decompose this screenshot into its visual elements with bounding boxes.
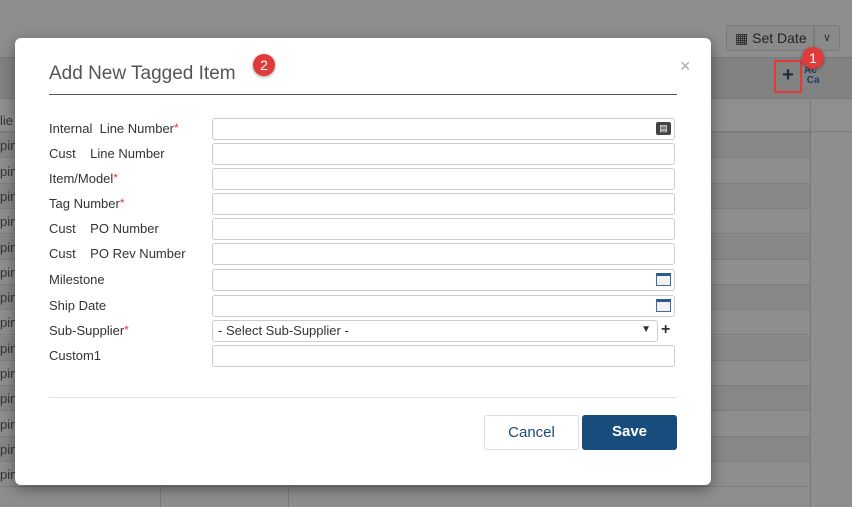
row-text: lie [0, 113, 14, 128]
change-case-icon[interactable]: Ac Ca [804, 66, 820, 86]
field-label: Item/Model* [49, 171, 118, 186]
dialog-title: Add New Tagged Item [49, 63, 236, 84]
field-label: Tag Number* [49, 196, 124, 211]
add-sub-supplier-plus-icon[interactable]: + [661, 321, 670, 339]
field-input[interactable] [212, 295, 675, 317]
field-label-text: Internal Line Number [49, 121, 175, 136]
field-label: Cust PO Rev Number [49, 246, 186, 261]
field-label-text: Item/Model [49, 171, 114, 186]
field-label-text: Milestone [49, 272, 105, 287]
field-value: - Select Sub-Supplier - [218, 323, 349, 338]
set-date-dropdown-toggle[interactable]: ∨ [814, 25, 840, 51]
field-input[interactable] [212, 269, 675, 291]
field-label: Milestone [49, 272, 105, 287]
field-input[interactable] [212, 143, 675, 165]
calendar-icon[interactable] [656, 299, 671, 312]
title-divider [49, 94, 677, 95]
calendar-icon: ▦ [735, 30, 749, 46]
field-input[interactable] [212, 168, 675, 190]
step-badge-2: 2 [253, 54, 275, 76]
field-label: Ship Date [49, 298, 106, 313]
field-input[interactable] [212, 193, 675, 215]
footer-divider [49, 397, 677, 398]
field-label-text: Cust PO Number [49, 221, 159, 236]
field-label-text: Custom1 [49, 348, 102, 363]
field-label-text: Cust PO Rev Number [49, 246, 186, 261]
field-input[interactable]: ▤ [212, 118, 675, 140]
field-label: Sub-Supplier* [49, 323, 129, 338]
add-item-button[interactable]: + [774, 60, 802, 93]
chevron-down-icon: ▼ [641, 324, 651, 335]
required-marker: * [119, 196, 125, 210]
plus-icon: + [782, 64, 794, 86]
column-divider [810, 100, 811, 507]
field-label-text: Sub-Supplier [49, 323, 125, 338]
field-input[interactable] [212, 345, 675, 367]
cancel-button[interactable]: Cancel [484, 415, 579, 450]
calendar-icon[interactable] [656, 273, 671, 286]
field-input[interactable] [212, 218, 675, 240]
required-marker: * [174, 121, 179, 135]
required-marker: * [113, 171, 118, 185]
set-date-button[interactable]: ▦ Set Date [726, 25, 814, 51]
save-button[interactable]: Save [582, 415, 677, 450]
contact-card-icon[interactable]: ▤ [656, 122, 671, 135]
field-label-text: Cust Line Number [49, 146, 165, 161]
required-marker: * [124, 323, 129, 337]
field-label: Cust PO Number [49, 221, 159, 236]
field-label-text: Ship Date [49, 298, 107, 313]
sub-supplier-select[interactable]: - Select Sub-Supplier - ▼ [212, 320, 658, 342]
field-label: Cust Line Number [49, 146, 165, 161]
step-badge-1: 1 [802, 47, 824, 69]
field-label: Custom1 [49, 348, 101, 363]
field-input[interactable] [212, 243, 675, 265]
close-icon[interactable]: × [680, 56, 691, 77]
add-tagged-item-dialog: Add New Tagged Item × Internal Line Numb… [15, 38, 711, 485]
field-label: Internal Line Number* [49, 121, 179, 136]
field-label-text: Tag Number [49, 196, 120, 211]
